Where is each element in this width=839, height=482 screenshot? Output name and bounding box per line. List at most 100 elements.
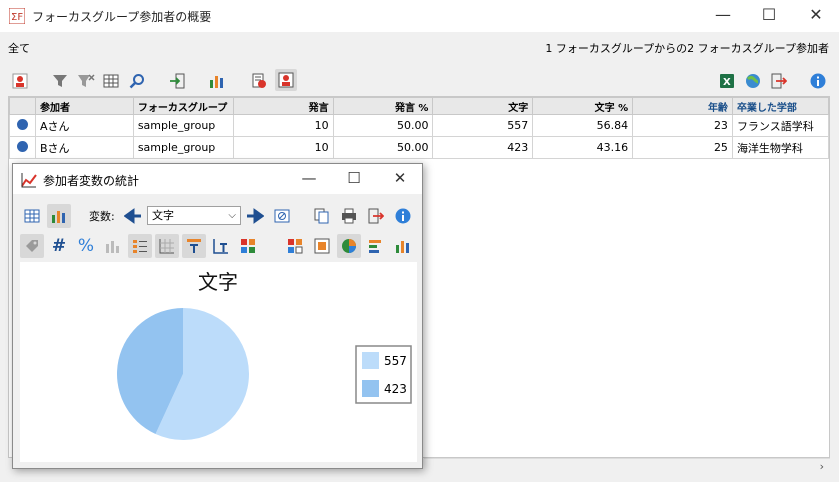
search-icon[interactable] — [127, 71, 147, 91]
cell-age[interactable]: 25 — [632, 136, 733, 159]
cell-participant[interactable]: Bさん — [34, 136, 134, 159]
filter-icon[interactable] — [50, 71, 70, 91]
table-header-row: 参加者 フォーカスグループ 発言 発言 % 文字 文字 % 年齢 卒業した学部 — [9, 97, 830, 115]
cell-utterances[interactable]: 10 — [232, 136, 334, 159]
info-icon[interactable] — [391, 204, 415, 228]
close-button[interactable]: ✕ — [793, 0, 839, 32]
export-icon[interactable] — [364, 204, 388, 228]
horizontal-bar-icon[interactable] — [364, 234, 388, 258]
cell-characters[interactable]: 423 — [432, 136, 534, 159]
variable-select-value: 文字 — [152, 209, 174, 222]
colors-icon[interactable] — [236, 234, 260, 258]
cell-characters-pct[interactable]: 43.16 — [532, 136, 634, 159]
grid-lines-icon[interactable] — [155, 234, 179, 258]
dialog-minimize-button[interactable]: — — [286, 164, 332, 194]
column-header-utterances[interactable]: 発言 — [232, 97, 334, 115]
window-title: フォーカスグループ参加者の概要 — [32, 10, 212, 24]
export-icon[interactable] — [769, 71, 789, 91]
scroll-right-icon[interactable]: › — [820, 460, 824, 473]
chart-icon[interactable] — [207, 71, 227, 91]
columns-icon[interactable] — [101, 71, 121, 91]
previous-variable-icon[interactable] — [121, 204, 145, 228]
cell-characters[interactable]: 557 — [432, 114, 534, 137]
table-row[interactable]: Aさん sample_group 10 50.00 557 56.84 23 フ… — [9, 114, 830, 137]
web-export-icon[interactable] — [743, 71, 763, 91]
document-stats-icon[interactable] — [249, 71, 269, 91]
maximize-button[interactable]: ☐ — [746, 0, 792, 32]
cell-characters-pct[interactable]: 56.84 — [532, 114, 634, 137]
dialog-title: 参加者変数の統計 — [43, 174, 140, 188]
cell-department[interactable]: 海洋生物学科 — [731, 136, 830, 159]
column-header-characters-pct[interactable]: 文字 % — [532, 97, 634, 115]
title-icon[interactable] — [182, 234, 206, 258]
table-view-icon[interactable] — [20, 204, 44, 228]
participant-stats-icon[interactable] — [275, 69, 297, 91]
cell-utterances-pct[interactable]: 50.00 — [332, 114, 434, 137]
table-row[interactable]: Bさん sample_group 10 50.00 423 43.16 25 海… — [9, 136, 830, 159]
column-header-utterances-pct[interactable]: 発言 % — [332, 97, 434, 115]
participant-count-label: 1 フォーカスグループからの2 フォーカスグループ参加者 — [545, 42, 829, 55]
variable-label: 変数: — [89, 210, 115, 223]
participant-dot-icon — [16, 140, 28, 152]
dialog-maximize-button[interactable]: ☐ — [331, 164, 377, 194]
pie-chart: 文字 557 423 — [117, 270, 412, 440]
column-header-age[interactable]: 年齢 — [632, 97, 733, 115]
dialog-title-bar: 参加者変数の統計 — ☐ ✕ — [13, 164, 422, 194]
excel-export-icon[interactable]: X — [717, 71, 737, 91]
clear-variable-icon[interactable] — [270, 204, 294, 228]
cell-focus-group[interactable]: sample_group — [132, 136, 234, 159]
minimize-button[interactable]: — — [700, 0, 746, 32]
clear-filter-icon[interactable] — [76, 71, 96, 91]
svg-text:X: X — [723, 77, 731, 88]
main-title-bar: ΣF フォーカスグループ参加者の概要 — ☐ ✕ — [0, 0, 839, 32]
participant-stats-dialog: 参加者変数の統計 — ☐ ✕ 変数: 文字 ⌵ # % 文字 557 423 — [12, 163, 423, 469]
tag-icon[interactable] — [20, 234, 44, 258]
cell-utterances[interactable]: 10 — [232, 114, 334, 137]
chart-panel: 文字 557 423 — [20, 262, 417, 462]
filter-label[interactable]: 全て — [8, 40, 30, 56]
variable-select[interactable]: 文字 ⌵ — [147, 206, 241, 225]
axis-title-icon[interactable] — [209, 234, 233, 258]
frame-icon[interactable] — [310, 234, 334, 258]
cell-age[interactable]: 23 — [632, 114, 733, 137]
svg-text:ΣF: ΣF — [11, 12, 23, 23]
chart-view-icon[interactable] — [47, 204, 71, 228]
cell-department[interactable]: フランス語学科 — [731, 114, 830, 137]
main-toolbar: X — [0, 62, 839, 96]
app-icon: ΣF — [8, 7, 26, 25]
dialog-toolbar-top: 変数: 文字 ⌵ — [13, 202, 422, 230]
count-icon[interactable]: # — [47, 234, 71, 258]
legend-label: 423 — [384, 382, 407, 396]
legend-swatch — [362, 352, 379, 369]
palette-icon[interactable] — [283, 234, 307, 258]
cell-utterances-pct[interactable]: 50.00 — [332, 136, 434, 159]
row-marker — [9, 114, 36, 137]
participant-icon[interactable] — [10, 71, 30, 91]
info-icon[interactable] — [808, 71, 828, 91]
copy-icon[interactable] — [310, 204, 334, 228]
column-header-department[interactable]: 卒業した学部 — [731, 97, 830, 115]
cell-focus-group[interactable]: sample_group — [132, 114, 234, 137]
percent-icon[interactable]: % — [74, 234, 98, 258]
dialog-close-button[interactable]: ✕ — [377, 164, 423, 194]
column-header-participant[interactable]: 参加者 — [34, 97, 134, 115]
column-header-marker — [9, 97, 36, 115]
vertical-bar-icon[interactable] — [391, 234, 415, 258]
row-marker — [9, 136, 36, 159]
pie-chart-icon[interactable] — [337, 234, 361, 258]
print-icon[interactable] — [337, 204, 361, 228]
horizontal-scrollbar[interactable]: › — [424, 458, 830, 476]
participant-dot-icon — [16, 118, 28, 130]
column-header-characters[interactable]: 文字 — [432, 97, 534, 115]
chart-title: 文字 — [198, 270, 238, 294]
legend-label: 557 — [384, 354, 407, 368]
column-header-focus-group[interactable]: フォーカスグループ — [132, 97, 234, 115]
import-icon[interactable] — [167, 71, 187, 91]
dialog-toolbar-bottom: # % — [13, 232, 422, 260]
bar-values-icon[interactable] — [101, 234, 125, 258]
filter-row: 全て 1 フォーカスグループからの2 フォーカスグループ参加者 — [0, 32, 839, 62]
cell-participant[interactable]: Aさん — [34, 114, 134, 137]
next-variable-icon[interactable] — [243, 204, 267, 228]
legend-icon[interactable] — [128, 234, 152, 258]
dialog-chart-icon — [21, 172, 37, 188]
